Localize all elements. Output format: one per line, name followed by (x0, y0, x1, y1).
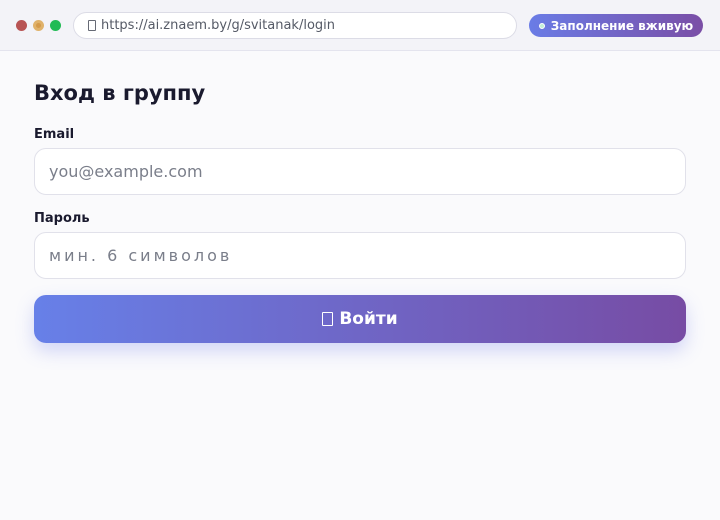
window-close-dot[interactable] (16, 20, 27, 31)
live-fill-badge[interactable]: Заполнение вживую (529, 14, 703, 37)
password-label: Пароль (34, 211, 90, 226)
browser-toolbar: https://ai.znaem.by/g/svitanak/login Зап… (0, 0, 720, 51)
email-label: Email (34, 127, 75, 142)
lock-icon (88, 20, 96, 31)
address-bar-url: https://ai.znaem.by/g/svitanak/login (101, 18, 336, 33)
page-title: Вход в группу (34, 81, 206, 105)
window-maximize-dot[interactable] (50, 20, 61, 31)
window-minimize-dot[interactable] (33, 20, 44, 31)
email-field[interactable] (34, 148, 686, 195)
address-bar[interactable]: https://ai.znaem.by/g/svitanak/login (73, 12, 517, 39)
live-fill-label: Заполнение вживую (550, 18, 694, 33)
login-button[interactable]: Войти (34, 295, 686, 343)
live-indicator-icon (538, 22, 545, 29)
enter-icon (322, 312, 334, 326)
password-field[interactable] (34, 232, 686, 279)
login-button-label: Войти (339, 309, 398, 329)
